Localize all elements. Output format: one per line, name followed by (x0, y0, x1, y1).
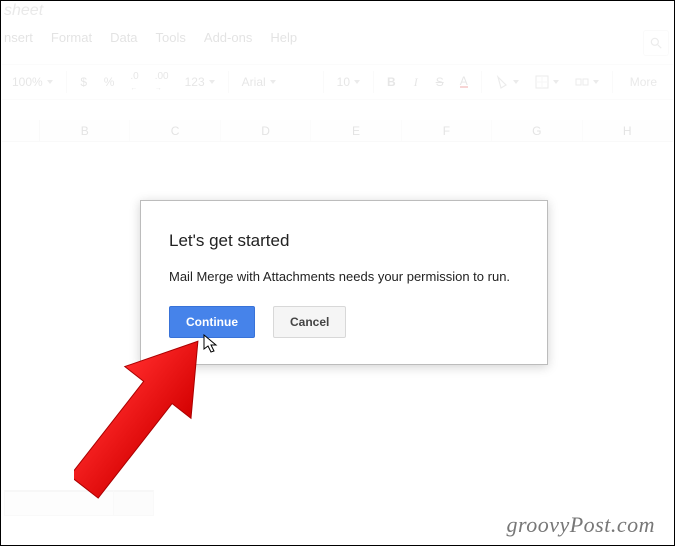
sheet-tab-bar (4, 490, 154, 516)
sheet-tab[interactable] (4, 490, 114, 516)
borders-button[interactable] (529, 73, 565, 91)
sheets-application-background: sheet nsert Format Data Tools Add-ons He… (2, 2, 673, 142)
increase-decimal-button[interactable]: .00→ (149, 67, 175, 97)
chevron-down-icon (553, 80, 559, 84)
italic-button[interactable]: I (406, 71, 426, 94)
chevron-down-icon (209, 80, 215, 84)
column-header[interactable]: G (492, 120, 582, 141)
dialog-actions: Continue Cancel (169, 306, 519, 338)
number-format-select[interactable]: 123 (179, 73, 221, 91)
menu-format[interactable]: Format (51, 30, 92, 56)
dialog-body-text: Mail Merge with Attachments needs your p… (169, 269, 519, 284)
chevron-down-icon (270, 80, 276, 84)
toolbar-more-button[interactable]: More (620, 75, 667, 89)
fill-color-button[interactable] (489, 73, 525, 91)
toolbar: 100% $ % .0← .00→ 123 Arial (2, 64, 673, 100)
dialog-title: Let's get started (169, 231, 519, 251)
chevron-down-icon (354, 80, 360, 84)
sheet-tab[interactable] (114, 490, 154, 516)
text-color-button[interactable]: A (454, 74, 474, 90)
watermark-text: groovyPost.com (506, 512, 655, 538)
zoom-select[interactable]: 100% (6, 73, 59, 91)
menu-addons[interactable]: Add-ons (204, 30, 252, 56)
column-header[interactable]: D (221, 120, 311, 141)
chevron-down-icon (47, 80, 53, 84)
cancel-button[interactable]: Cancel (273, 306, 346, 338)
column-header-row: B C D E F G H (2, 120, 673, 142)
menu-insert[interactable]: nsert (4, 30, 33, 56)
continue-button[interactable]: Continue (169, 306, 255, 338)
format-percent-button[interactable]: % (98, 71, 121, 93)
permission-dialog: Let's get started Mail Merge with Attach… (140, 200, 548, 365)
column-header[interactable]: F (402, 120, 492, 141)
decrease-decimal-button[interactable]: .0← (124, 67, 144, 97)
format-currency-button[interactable]: $ (74, 71, 94, 93)
column-header[interactable]: B (40, 120, 130, 141)
menu-tools[interactable]: Tools (156, 30, 186, 56)
menu-data[interactable]: Data (110, 30, 137, 56)
strikethrough-button[interactable]: S (430, 71, 450, 93)
bold-button[interactable]: B (381, 71, 402, 93)
font-family-select[interactable]: Arial (236, 73, 316, 91)
font-size-select[interactable]: 10 (331, 73, 366, 91)
menu-bar: nsert Format Data Tools Add-ons Help (2, 22, 673, 64)
search-icon[interactable] (643, 30, 669, 56)
column-header[interactable]: C (130, 120, 220, 141)
column-header[interactable]: E (311, 120, 401, 141)
merge-cells-button[interactable] (569, 73, 605, 91)
column-header[interactable]: H (583, 120, 673, 141)
chevron-down-icon (593, 80, 599, 84)
menu-help[interactable]: Help (270, 30, 297, 56)
document-title-fragment: sheet (2, 2, 43, 19)
chevron-down-icon (513, 80, 519, 84)
